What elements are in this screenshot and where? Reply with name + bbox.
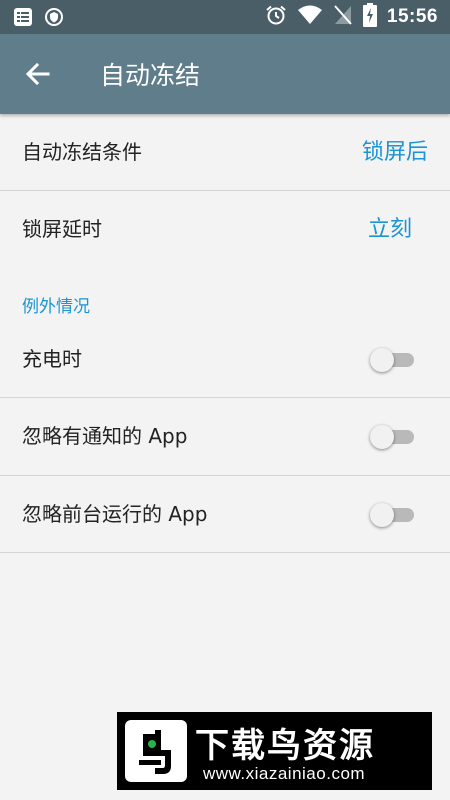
no-sim-icon (333, 4, 353, 30)
alarm-icon (265, 4, 287, 30)
divider (0, 552, 450, 553)
status-time: 15:56 (386, 6, 438, 27)
battery-charging-icon (362, 3, 377, 31)
exception-item-label: 充电时 (22, 347, 82, 371)
bird-logo-icon (125, 720, 187, 782)
status-bar-right: 15:56 (265, 0, 438, 34)
watermark-url: www.xiazainiao.com (203, 764, 366, 783)
arrow-left-icon (25, 62, 50, 86)
exception-item-foreground-apps[interactable]: 忽略前台运行的 App (0, 476, 450, 553)
wifi-icon (297, 4, 323, 30)
notes-icon (12, 6, 34, 32)
exception-item-label: 忽略有通知的 App (22, 424, 188, 448)
screen: 15:56 自动冻结 自动冻结条件 锁屏后 锁屏延时 立刻 例外情况 充电时 忽… (0, 0, 450, 800)
setting-lock-delay[interactable]: 锁屏延时 立刻 (0, 191, 450, 268)
switch-thumb (370, 503, 394, 527)
switch-thumb (370, 348, 394, 372)
setting-lock-delay-label: 锁屏延时 (22, 217, 102, 241)
foreground-apps-switch[interactable] (370, 503, 414, 527)
app-bar: 自动冻结 (0, 34, 450, 114)
setting-freeze-condition-label: 自动冻结条件 (22, 140, 142, 164)
watermark-banner: 下载鸟资源 www.xiazainiao.com (117, 712, 432, 790)
page-title: 自动冻结 (100, 61, 201, 90)
back-button[interactable] (22, 58, 54, 90)
exception-item-notification-apps[interactable]: 忽略有通知的 App (0, 398, 450, 475)
setting-freeze-condition[interactable]: 自动冻结条件 锁屏后 (0, 114, 450, 191)
exception-item-label: 忽略前台运行的 App (22, 502, 208, 526)
shield-icon (44, 6, 64, 32)
exception-item-charging[interactable]: 充电时 (0, 321, 450, 398)
setting-freeze-condition-value: 锁屏后 (361, 140, 428, 165)
switch-thumb (370, 425, 394, 449)
section-header-exceptions: 例外情况 (22, 297, 90, 317)
status-bar: 15:56 (0, 0, 450, 34)
notification-apps-switch[interactable] (370, 425, 414, 449)
watermark-title: 下载鸟资源 (195, 726, 375, 766)
setting-lock-delay-value: 立刻 (367, 217, 412, 242)
status-bar-left (12, 6, 64, 32)
charging-switch[interactable] (370, 348, 414, 372)
